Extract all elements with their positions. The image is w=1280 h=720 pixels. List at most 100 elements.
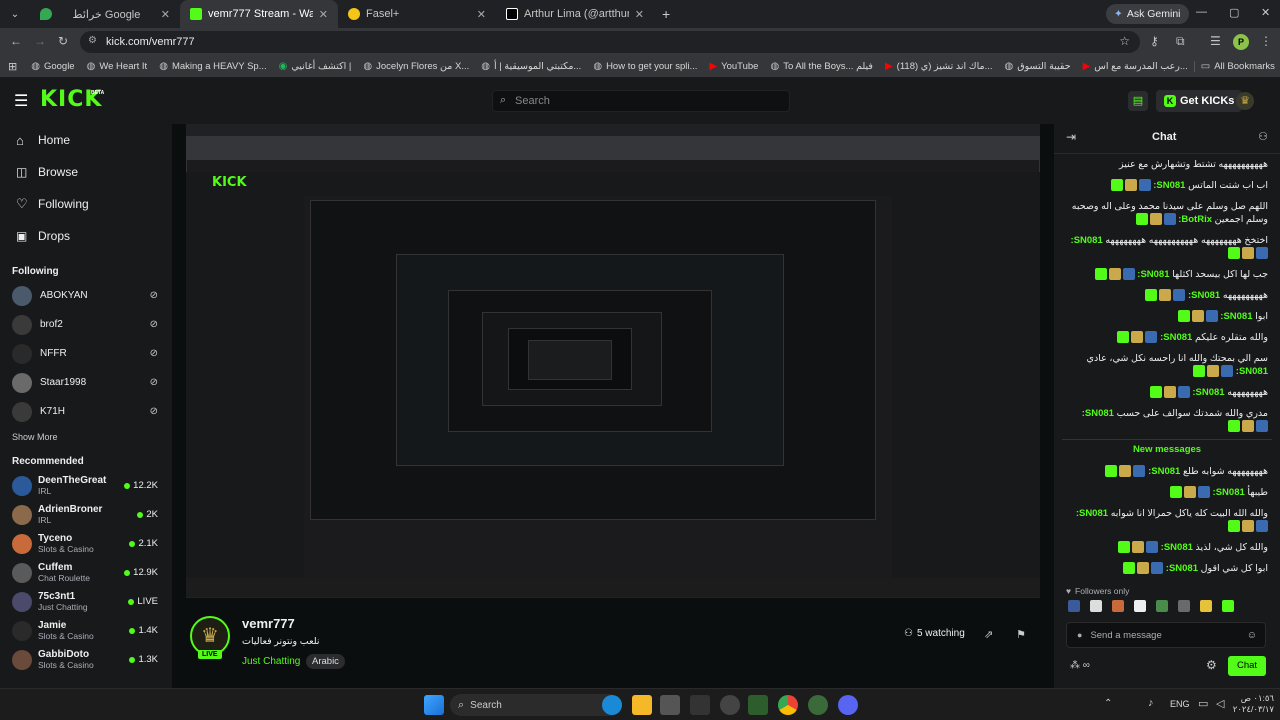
- kicks-icon[interactable]: ⁂ ∞: [1070, 660, 1090, 671]
- nav-home[interactable]: ⌂ Home: [0, 124, 172, 156]
- chat-username[interactable]: SN081:: [1137, 269, 1169, 280]
- bookmark-jocelyn[interactable]: ◍ Jocelyn Flores من X...: [357, 61, 475, 72]
- video-player[interactable]: KICK: [186, 124, 1040, 598]
- chat-username[interactable]: SN081:: [1071, 235, 1103, 246]
- tab-fasel[interactable]: Fasel+ ✕: [338, 0, 496, 28]
- chat-username[interactable]: SN081:: [1166, 563, 1198, 574]
- following-item[interactable]: brof2 ⊘: [0, 310, 172, 339]
- chat-users-icon[interactable]: ⚇: [1258, 130, 1268, 143]
- chat-username[interactable]: SN081:: [1076, 508, 1108, 519]
- chat-username[interactable]: SN081:: [1220, 311, 1252, 322]
- taskbar-search[interactable]: ⌕ Search: [450, 694, 620, 716]
- maximize-button[interactable]: ▢: [1229, 6, 1239, 19]
- tab-tiktok[interactable]: Arthur Lima (@artthuroficial_) ✕: [496, 0, 654, 28]
- start-icon[interactable]: [424, 695, 444, 715]
- close-icon[interactable]: ✕: [477, 8, 486, 21]
- chat-username[interactable]: SN081:: [1236, 366, 1268, 377]
- new-tab-button[interactable]: +: [654, 6, 678, 22]
- close-icon[interactable]: ✕: [161, 8, 170, 21]
- reload-icon[interactable]: ↻: [58, 34, 68, 48]
- hamburger-menu-icon[interactable]: ☰: [14, 91, 28, 111]
- emote-icon[interactable]: [1178, 600, 1190, 612]
- tab-search-icon[interactable]: ⌄: [0, 9, 30, 20]
- file-explorer-icon[interactable]: [632, 695, 652, 715]
- chat-username[interactable]: SN081:: [1160, 332, 1192, 343]
- tab-kick[interactable]: vemr777 Stream - Watch Live o ✕: [180, 0, 338, 28]
- nav-following[interactable]: ♡ Following: [0, 188, 172, 220]
- nav-browse[interactable]: ◫ Browse: [0, 156, 172, 188]
- site-info-icon[interactable]: ⚙: [88, 35, 97, 46]
- bookmark-horror[interactable]: ▶ رعب المدرسة مع اس...: [1077, 61, 1194, 72]
- following-item[interactable]: ABOKYAN ⊘: [0, 281, 172, 310]
- chat-settings-icon[interactable]: ⚙: [1206, 658, 1217, 672]
- volume-icon[interactable]: ◁: [1216, 697, 1224, 710]
- bookmark-music[interactable]: ◍ مكتبتي الموسيقية | أ...: [475, 61, 587, 72]
- password-icon[interactable]: ⚷: [1150, 34, 1159, 48]
- chat-username[interactable]: BotRix:: [1178, 214, 1212, 225]
- emote-icon[interactable]: [1156, 600, 1168, 612]
- ask-gemini-button[interactable]: ✦ Ask Gemini: [1106, 4, 1189, 24]
- bookmark-heavy[interactable]: ◍ Making a HEAVY Sp...: [153, 61, 272, 72]
- extensions-icon[interactable]: ⧉: [1176, 34, 1185, 49]
- chat-username[interactable]: SN081:: [1192, 387, 1224, 398]
- profile-avatar[interactable]: P: [1233, 34, 1249, 50]
- following-item[interactable]: K71H ⊘: [0, 397, 172, 426]
- bookmark-songs[interactable]: ◉ اكتشف أغانيي |: [273, 61, 358, 72]
- new-messages-divider[interactable]: New messages: [1062, 439, 1272, 459]
- recommended-item[interactable]: Cuffem Chat Roulette 12.9K: [0, 558, 172, 587]
- emote-icon[interactable]: [1222, 600, 1234, 612]
- apps-icon[interactable]: ⊞: [0, 60, 25, 73]
- close-window-button[interactable]: ✕: [1261, 6, 1270, 19]
- store-icon[interactable]: [660, 695, 680, 715]
- app-icon[interactable]: [720, 695, 740, 715]
- tray-lang[interactable]: ENG: [1170, 699, 1190, 709]
- search-input[interactable]: ⌕ Search: [492, 90, 790, 112]
- language-tag[interactable]: Arabic: [306, 654, 345, 669]
- tab-maps[interactable]: خرائط Google ✕: [30, 0, 180, 28]
- tray-chevron-icon[interactable]: ⌃: [1104, 698, 1112, 709]
- address-bar[interactable]: ⚙ kick.com/vemr777 ☆: [80, 31, 1140, 53]
- get-kicks-button[interactable]: K Get KICKs: [1156, 90, 1243, 112]
- send-message-input[interactable]: ● Send a message ☺: [1066, 622, 1266, 648]
- chat-send-button[interactable]: Chat: [1228, 656, 1266, 676]
- multiview-icon[interactable]: ▤: [1128, 91, 1148, 111]
- app-icon[interactable]: [748, 695, 768, 715]
- bookmark-macncheese[interactable]: ▶ (118) ماك اند تشيز (ي...: [879, 61, 999, 72]
- following-item[interactable]: NFFR ⊘: [0, 339, 172, 368]
- nav-drops[interactable]: ▣ Drops: [0, 220, 172, 252]
- clock[interactable]: ٠١:٥٦ ص ٢٠٢٤/٠٣/١٧: [1232, 693, 1274, 715]
- chat-username[interactable]: SN081:: [1161, 542, 1193, 553]
- tab-search-icon[interactable]: ☰: [1210, 34, 1221, 48]
- network-icon[interactable]: ▭: [1198, 697, 1208, 710]
- bookmark-weheartit[interactable]: ◍ We Heart It: [81, 61, 154, 72]
- streamer-name[interactable]: vemr777: [242, 616, 295, 631]
- mic-icon[interactable]: ♪: [1148, 697, 1154, 709]
- stream-category[interactable]: Just Chatting: [242, 656, 300, 667]
- collapse-chat-icon[interactable]: ⇥: [1066, 130, 1076, 144]
- emote-icon[interactable]: [1112, 600, 1124, 612]
- chat-username[interactable]: SN081:: [1153, 180, 1185, 191]
- emoji-icon[interactable]: ☺: [1247, 630, 1257, 641]
- recommended-item[interactable]: AdrienBroner IRL 2K: [0, 500, 172, 529]
- app-icon[interactable]: [808, 695, 828, 715]
- bookmark-split[interactable]: ◍ How to get your spli...: [587, 61, 703, 72]
- recommended-item[interactable]: Tyceno Slots & Casino 2.1K: [0, 529, 172, 558]
- emote-icon[interactable]: [1090, 600, 1102, 612]
- forward-icon[interactable]: →: [34, 34, 46, 48]
- emote-icon[interactable]: [1068, 600, 1080, 612]
- close-icon[interactable]: ✕: [319, 8, 328, 21]
- recommended-item[interactable]: 75c3nt1 Just Chatting LIVE: [0, 587, 172, 616]
- app-icon[interactable]: [690, 695, 710, 715]
- emote-icon[interactable]: [1134, 600, 1146, 612]
- bookmark-google[interactable]: ◍ Google: [25, 61, 80, 72]
- all-bookmarks[interactable]: ▭ All Bookmarks: [1193, 61, 1280, 72]
- follow-icon[interactable]: ⚑: [1016, 628, 1026, 641]
- chat-username[interactable]: SN081:: [1148, 466, 1180, 477]
- following-item[interactable]: Staar1998 ⊘: [0, 368, 172, 397]
- user-avatar[interactable]: ♛: [1236, 92, 1254, 110]
- menu-icon[interactable]: ⋮: [1260, 34, 1272, 48]
- minimize-button[interactable]: —: [1196, 6, 1207, 18]
- close-icon[interactable]: ✕: [635, 8, 644, 21]
- show-more-link[interactable]: Show More: [0, 426, 172, 448]
- recommended-item[interactable]: DeenTheGreat IRL 12.2K: [0, 471, 172, 500]
